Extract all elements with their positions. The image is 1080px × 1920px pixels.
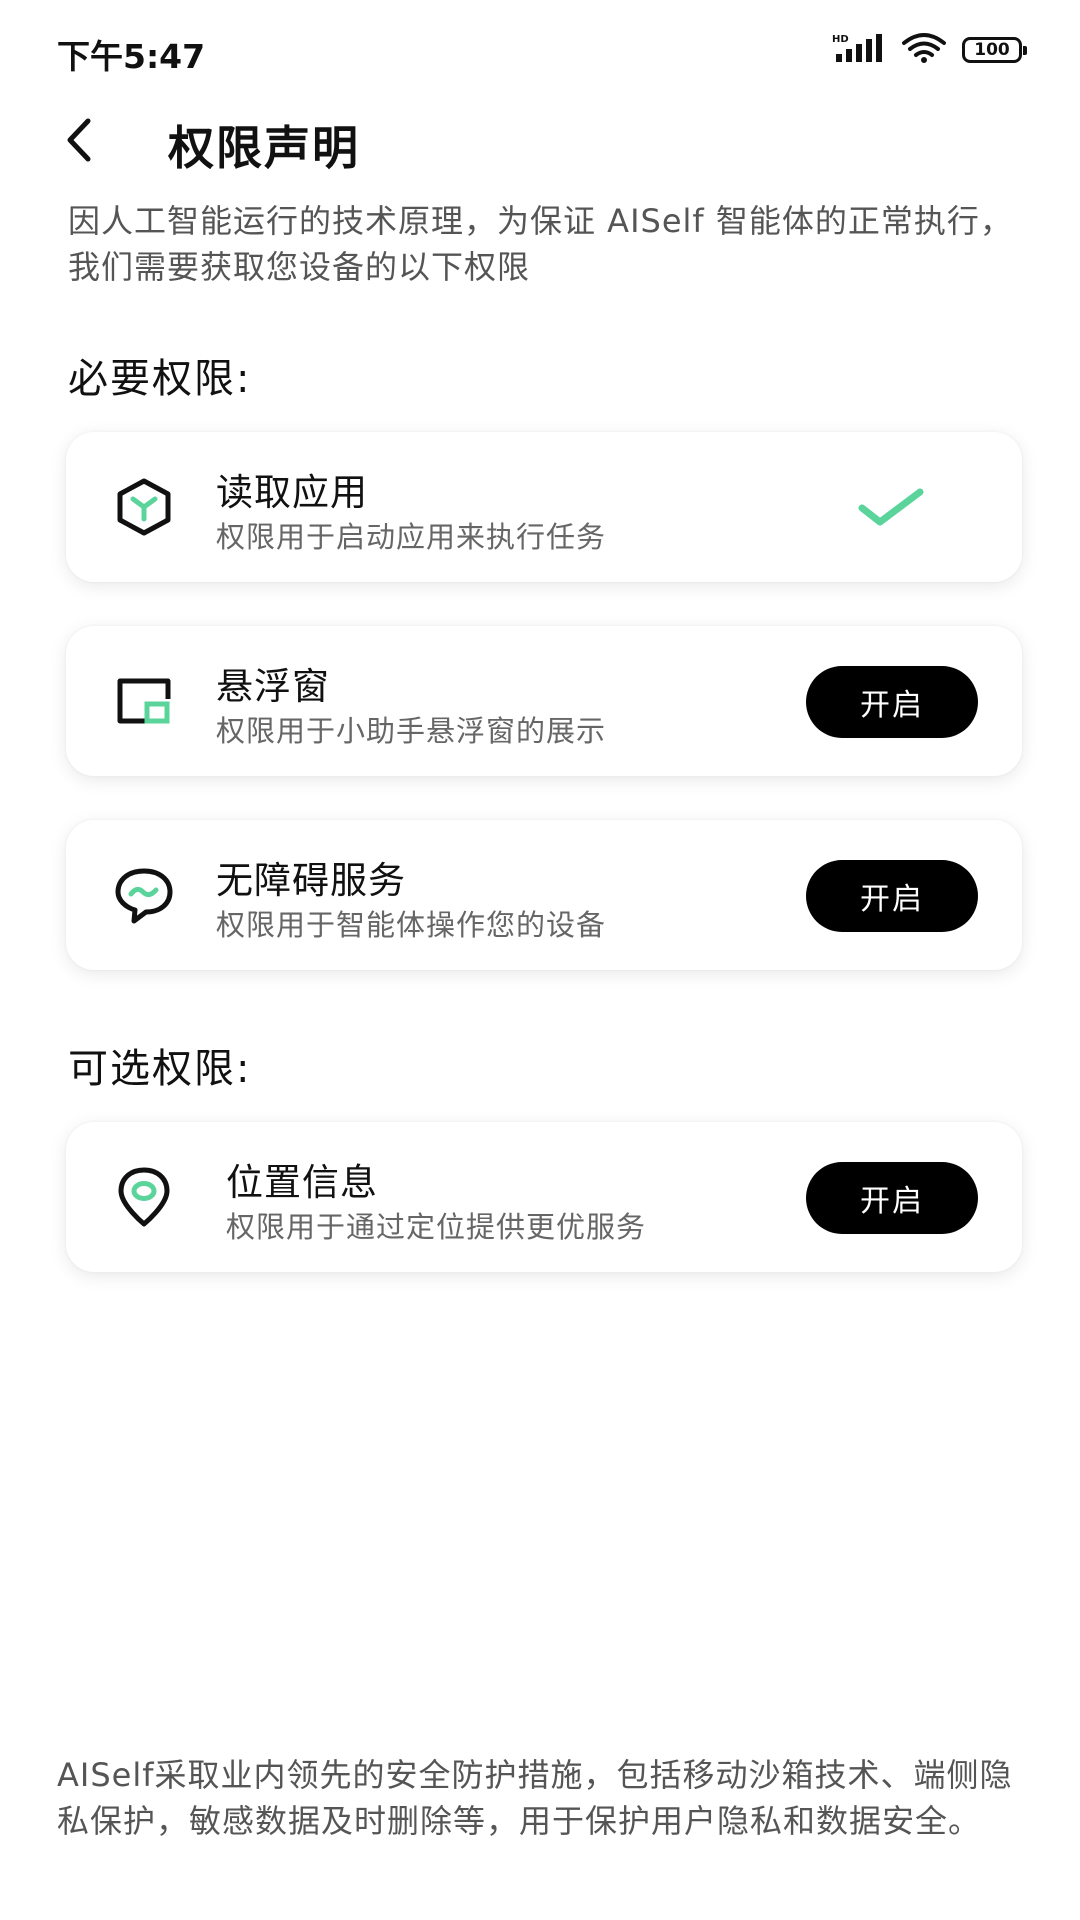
- header: 权限声明: [0, 100, 1080, 180]
- intro-text: 因人工智能运行的技术原理，为保证 AISelf 智能体的正常执行，我们需要获取您…: [68, 202, 1013, 286]
- permission-desc: 权限用于启动应用来执行任务: [216, 520, 607, 554]
- permission-title: 悬浮窗: [216, 665, 330, 708]
- security-footer-text: AISelf采取业内领先的安全防护措施，包括移动沙箱技术、端侧隐私保护，敏感数据…: [57, 1756, 1013, 1840]
- permission-desc: 权限用于通过定位提供更优服务: [226, 1210, 647, 1244]
- status-bar: 下午5:47 HD 100: [0, 0, 1080, 100]
- permission-card-read-apps: 读取应用 权限用于启动应用来执行任务: [66, 432, 1022, 582]
- permission-card-floating-window: 悬浮窗 权限用于小助手悬浮窗的展示 开启: [66, 626, 1022, 776]
- optional-section-title: 可选权限:: [68, 1046, 252, 1092]
- permission-title: 无障碍服务: [216, 859, 406, 902]
- enable-floating-window-button[interactable]: 开启: [806, 666, 978, 738]
- permission-desc: 权限用于小助手悬浮窗的展示: [216, 714, 607, 748]
- signal-icon: HD: [832, 32, 886, 68]
- enable-accessibility-button[interactable]: 开启: [806, 860, 978, 932]
- chat-bubble-icon: [115, 868, 173, 924]
- back-button[interactable]: [50, 110, 110, 170]
- location-pin-icon: [118, 1167, 170, 1227]
- battery-level: 100: [974, 40, 1010, 60]
- floating-window-icon: [117, 678, 171, 724]
- page-title: 权限声明: [168, 121, 360, 175]
- checkmark-icon: [858, 488, 924, 526]
- app-cube-icon: [117, 478, 171, 536]
- enable-location-button[interactable]: 开启: [806, 1162, 978, 1234]
- battery-icon: 100: [962, 37, 1027, 63]
- permission-desc: 权限用于智能体操作您的设备: [216, 908, 607, 942]
- wifi-icon: [900, 32, 948, 68]
- chevron-left-icon: [67, 118, 91, 162]
- hd-badge: HD: [832, 34, 849, 45]
- permission-title: 位置信息: [226, 1161, 378, 1204]
- permission-card-accessibility: 无障碍服务 权限用于智能体操作您的设备 开启: [66, 820, 1022, 970]
- permission-title: 读取应用: [216, 471, 368, 514]
- permission-card-location: 位置信息 权限用于通过定位提供更优服务 开启: [66, 1122, 1022, 1272]
- status-time: 下午5:47: [57, 37, 206, 76]
- status-icons: HD 100: [832, 30, 1027, 70]
- required-section-title: 必要权限:: [68, 356, 252, 402]
